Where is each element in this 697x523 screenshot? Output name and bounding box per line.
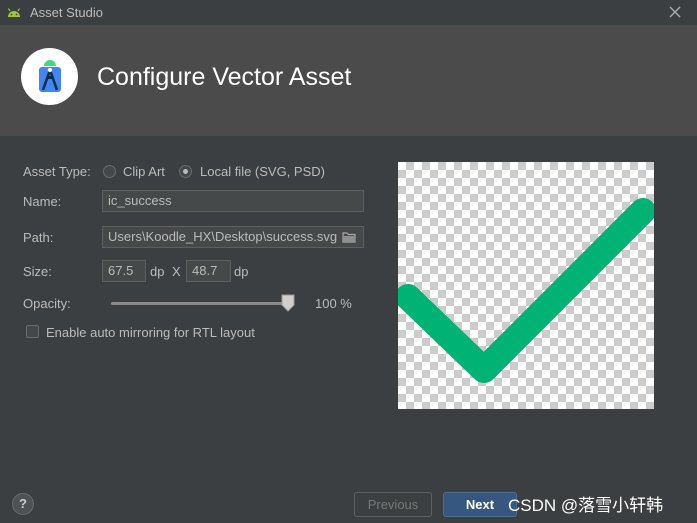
rtl-mirroring-checkbox[interactable] [26,325,39,338]
watermark: CSDN @落雪小轩韩 [508,496,664,515]
window-title: Asset Studio [30,5,103,20]
title-bar: Asset Studio [0,0,697,25]
next-button[interactable]: Next [443,492,517,517]
help-button[interactable]: ? [12,493,34,515]
radio-clip-art-label[interactable]: Clip Art [123,164,165,179]
dialog-title: Configure Vector Asset [97,63,352,91]
path-field[interactable]: Users\Koodle_HX\Desktop\success.svg [102,226,364,248]
folder-icon[interactable] [342,231,357,243]
vector-preview [398,162,654,409]
opacity-slider-thumb[interactable] [281,294,295,312]
radio-local-file[interactable] [179,165,192,178]
check-mark-icon [398,198,654,383]
height-unit: dp [234,264,249,279]
opacity-label: Opacity: [23,296,71,311]
opacity-value: 100 % [315,296,352,311]
path-label: Path: [23,230,54,245]
name-label: Name: [23,194,62,209]
android-studio-logo [21,48,78,105]
size-label: Size: [23,264,52,279]
asset-type-label: Asset Type: [23,164,91,179]
dialog-header: Configure Vector Asset [0,25,697,136]
name-field[interactable]: ic_success [102,190,364,212]
rtl-mirroring-label[interactable]: Enable auto mirroring for RTL layout [46,325,255,340]
close-icon[interactable] [667,4,683,20]
size-separator: X [172,264,181,279]
width-unit: dp [150,264,165,279]
android-studio-icon [38,59,61,92]
opacity-slider[interactable] [111,302,291,305]
android-icon [7,8,21,17]
previous-button[interactable]: Previous [354,492,432,517]
radio-local-file-label[interactable]: Local file (SVG, PSD) [200,164,325,179]
radio-clip-art[interactable] [103,165,116,178]
width-field[interactable]: 67.5 [102,260,146,282]
height-field[interactable]: 48.7 [186,260,231,282]
